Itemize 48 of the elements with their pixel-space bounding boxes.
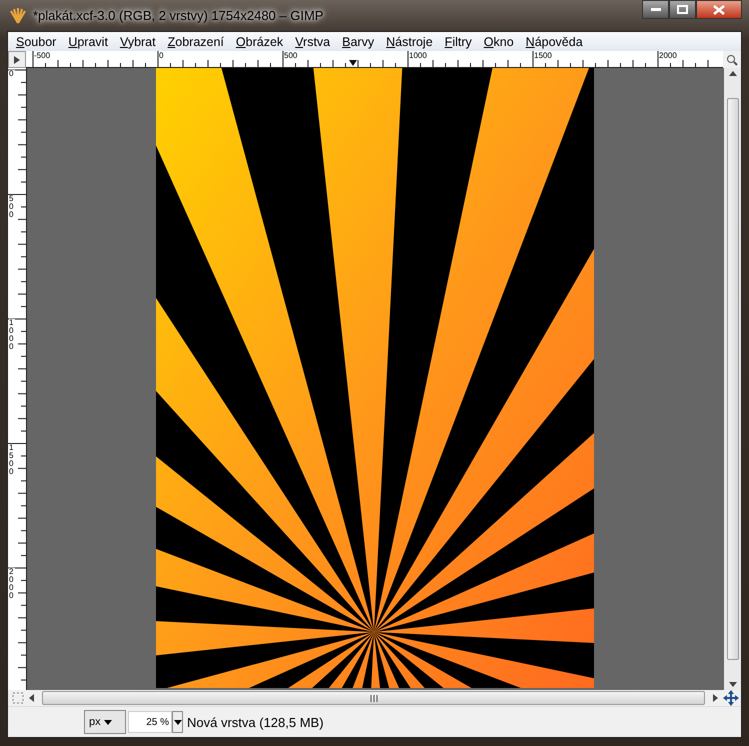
- down-arrow-icon[interactable]: [728, 682, 736, 688]
- menu-item[interactable]: Upravit: [62, 34, 114, 48]
- up-arrow-icon[interactable]: [728, 70, 736, 76]
- maximize-button[interactable]: [669, 0, 696, 19]
- menu-item[interactable]: Filtry: [438, 34, 478, 48]
- close-icon: [713, 4, 725, 14]
- right-arrow-icon[interactable]: [713, 694, 719, 702]
- app-logo-icon: [9, 6, 27, 24]
- ruler-label: 1000: [9, 319, 15, 351]
- ruler-label: 2000: [659, 51, 678, 61]
- menu-arrow-button[interactable]: [8, 51, 26, 68]
- menu-item[interactable]: Obrázek: [230, 34, 290, 48]
- quick-mask-icon[interactable]: [12, 692, 24, 704]
- ruler-label: 0: [159, 51, 164, 61]
- minimize-button[interactable]: [642, 0, 669, 19]
- caret-icon: [104, 720, 112, 724]
- ruler-label: 500: [284, 51, 298, 61]
- ruler-label: 1500: [534, 51, 553, 61]
- ruler-label: 500: [9, 194, 15, 218]
- left-arrow-icon[interactable]: [28, 694, 34, 702]
- pointer-triangle-icon: [349, 60, 357, 66]
- menu-item[interactable]: Barvy: [336, 34, 380, 48]
- minimize-icon: [650, 8, 660, 12]
- menu-item[interactable]: Soubor: [10, 34, 62, 48]
- ruler-label: 2000: [9, 568, 15, 600]
- navigate-icon[interactable]: [723, 690, 739, 706]
- close-button[interactable]: [696, 0, 742, 19]
- menu-item[interactable]: Zobrazení: [162, 34, 230, 48]
- ruler-label: 0: [9, 70, 15, 78]
- ruler-label: 1000: [409, 51, 428, 61]
- horizontal-scrollbar[interactable]: [28, 690, 719, 706]
- zoom-field[interactable]: 25 %: [128, 711, 172, 733]
- status-text: Nová vrstva (128,5 MB): [187, 714, 324, 730]
- maximize-icon: [677, 5, 688, 14]
- ruler-label: 1500: [9, 444, 15, 476]
- menu-item[interactable]: Vrstva: [289, 34, 336, 48]
- window-title: *plakát.xcf-3.0 (RGB, 2 vrstvy) 1754x2480 – GIMP: [33, 8, 324, 23]
- zoom-dropdown-button[interactable]: [172, 711, 183, 733]
- menu-item[interactable]: Okno: [478, 34, 520, 48]
- ruler-label: -500: [34, 51, 52, 61]
- menu-item[interactable]: Nápověda: [520, 34, 589, 48]
- menu-item[interactable]: Nástroje: [380, 34, 439, 48]
- grip-icon: [370, 694, 378, 702]
- menu-item[interactable]: Vybrat: [114, 34, 162, 48]
- caret-icon: [174, 720, 182, 724]
- vertical-scrollbar[interactable]: [724, 68, 741, 690]
- play-triangle-icon: [13, 56, 21, 64]
- unit-dropdown[interactable]: px: [84, 710, 126, 734]
